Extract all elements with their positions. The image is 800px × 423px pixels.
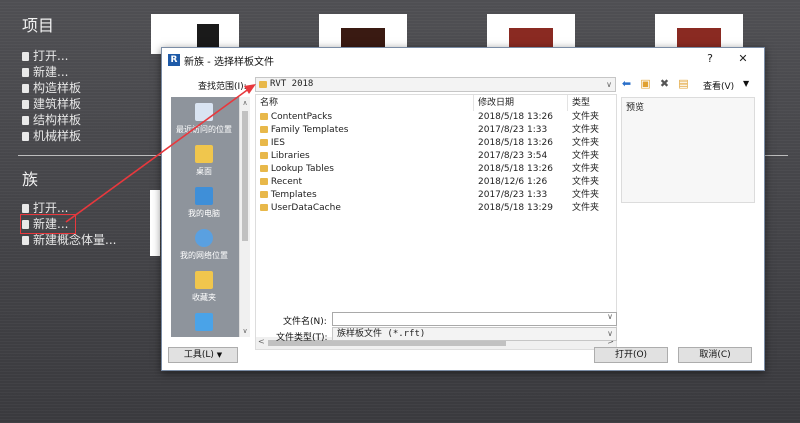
arrow-line bbox=[65, 87, 251, 223]
annotation-arrow bbox=[65, 84, 256, 223]
arrow-head bbox=[244, 84, 256, 94]
